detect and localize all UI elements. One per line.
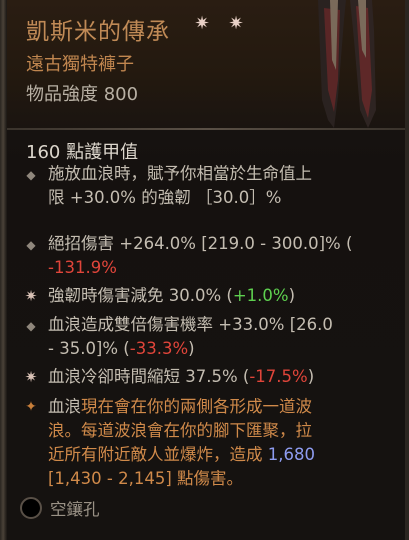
unique-power-icon: ✦: [25, 399, 37, 415]
delta-negative: -33.3%: [129, 339, 189, 358]
bullet-icon: ◆: [26, 168, 36, 182]
header-divider: [7, 128, 405, 130]
bullet-icon: ◆: [26, 319, 36, 333]
affix-ultimate-damage-delta: -131.9%: [48, 256, 117, 279]
affix-bloodwave-cdr: 血浪冷卻時間縮短 37.5% (-17.5%): [48, 365, 314, 388]
affix-fortify-dr: 強韌時傷害減免 30.0% (+1.0%): [48, 284, 295, 307]
star-icon: ✷: [194, 13, 210, 34]
empty-socket-icon: [20, 497, 42, 519]
bullet-icon: ◆: [26, 238, 36, 252]
tooltip-frame-right: [405, 0, 409, 540]
item-power: 物品強度 800: [26, 84, 139, 105]
unique-power-text: 近所有附近敵人並爆炸，造成: [48, 445, 268, 464]
greater-affix-icon: ✷: [24, 368, 38, 386]
unique-power-line: [1,430 - 2,145] 點傷害。: [48, 469, 244, 488]
armor-value: 160 點護甲值: [26, 142, 139, 163]
socket-label: 空鑲孔: [50, 500, 100, 519]
unique-power-text: 現在會在你的兩側各形成一道波: [81, 397, 312, 416]
item-name: 凱斯米的傳承: [26, 19, 170, 45]
tooltip-frame-left: [0, 0, 7, 540]
star-icon: ✷: [228, 13, 244, 34]
implicit-line: 施放血浪時，賦予你相當於生命值上: [48, 164, 312, 183]
affix-text: 強韌時傷害減免 30.0% (: [48, 286, 233, 305]
affix-text: - 35.0]% (: [48, 339, 130, 358]
affix-bloodwave-double-damage-range: - 35.0]% (-33.3%): [48, 337, 195, 360]
item-tooltip: 凱斯米的傳承 ✷ ✷ 遠古獨特褲子 物品強度 800 160 點護甲值 ◆ 施放…: [0, 0, 409, 540]
unique-power-skill: 血浪: [48, 397, 81, 416]
unique-power-line: 浪。每道波浪會在你的腳下匯聚，拉: [48, 421, 312, 440]
damage-value: 1,680: [267, 445, 315, 464]
affix-bloodwave-double-damage: 血浪造成雙倍傷害機率 +33.0% [26.0: [48, 315, 333, 334]
item-type: 遠古獨特褲子: [26, 54, 134, 75]
paren-close: ): [307, 367, 315, 386]
unique-power-line: 血浪現在會在你的兩側各形成一道波: [48, 395, 312, 418]
greater-affix-icon: ✷: [24, 287, 38, 305]
paren-close: ): [288, 286, 296, 305]
unique-power-line: 近所有附近敵人並爆炸，造成 1,680: [48, 443, 315, 466]
delta-negative: -17.5%: [249, 367, 308, 386]
delta-positive: +1.0%: [232, 286, 289, 305]
paren-close: ): [188, 339, 195, 358]
item-image: [318, 0, 376, 128]
affix-text: 血浪冷卻時間縮短 37.5% (: [48, 367, 250, 386]
delta-negative: -131.9%: [48, 258, 117, 277]
implicit-line: 限 +30.0% 的強韌 ［30.0］%: [48, 188, 282, 207]
affix-ultimate-damage: 絕招傷害 +264.0% [219.0 - 300.0]% (: [48, 234, 353, 253]
